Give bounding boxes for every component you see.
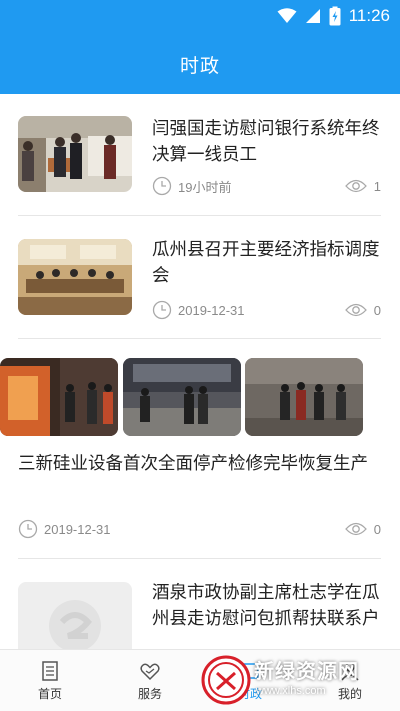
watermark-logo-icon (201, 655, 251, 705)
status-bar: 11:26 (0, 0, 400, 34)
view-count: 0 (344, 521, 381, 537)
news-thumbnail (18, 582, 132, 649)
view-count-value: 1 (373, 178, 381, 194)
signal-icon (305, 9, 320, 23)
clock-icon (18, 519, 38, 539)
view-count: 1 (344, 178, 381, 194)
handshake-icon (140, 663, 160, 681)
tab-service[interactable]: 服务 (100, 650, 200, 711)
news-title[interactable]: 酒泉市政协副主席杜志学在瓜州县走访慰问包抓帮扶联系户 (152, 580, 381, 632)
news-date: 19小时前 (178, 179, 232, 195)
tab-label: 首页 (37, 687, 62, 701)
news-feed[interactable]: 闫强国走访慰问银行系统年终决算一线员工 19小时前 1 瓜州县召开主要经济指标调… (0, 94, 400, 649)
eye-icon (344, 522, 367, 536)
clock-icon (152, 300, 172, 320)
news-icon (42, 661, 58, 681)
news-title[interactable]: 三新硅业设备首次全面停产检修完毕恢复生产 (18, 451, 381, 477)
news-title[interactable]: 瓜州县召开主要经济指标调度会 (152, 237, 381, 289)
battery-icon (329, 6, 341, 26)
view-count-value: 0 (373, 521, 381, 537)
news-meta: 2019-12-31 0 (18, 518, 381, 540)
eye-icon (344, 303, 367, 317)
news-thumbnail (18, 239, 132, 315)
page-title: 时政 (179, 54, 220, 77)
news-item[interactable]: 闫强国走访慰问银行系统年终决算一线员工 19小时前 1 (18, 116, 381, 216)
news-thumbnail (18, 116, 132, 192)
news-date: 2019-12-31 (44, 521, 111, 537)
eye-icon (344, 179, 367, 193)
news-item[interactable]: 酒泉市政协副主席杜志学在瓜州县走访慰问包抓帮扶联系户 (18, 580, 381, 649)
news-item[interactable]: 瓜州县召开主要经济指标调度会 2019-12-31 0 (18, 237, 381, 337)
clock-icon (152, 176, 172, 196)
view-count: 0 (344, 302, 381, 318)
news-meta: 19小时前 1 (152, 175, 381, 197)
divider (18, 338, 381, 339)
divider (18, 558, 381, 559)
status-icons: 11:26 (277, 6, 390, 26)
wifi-icon (277, 8, 297, 23)
news-date: 2019-12-31 (178, 302, 245, 318)
watermark-brand: 新绿资源网 (254, 659, 359, 683)
news-title[interactable]: 闫强国走访慰问银行系统年终决算一线员工 (152, 116, 381, 168)
news-meta: 2019-12-31 0 (152, 299, 381, 321)
divider (18, 215, 381, 216)
site-watermark: 新绿资源网 www.xlhs.com (198, 651, 398, 709)
news-thumbnail (245, 358, 363, 436)
clock-time: 11:26 (348, 6, 390, 25)
news-image-row[interactable] (0, 358, 363, 436)
news-thumbnail (122, 358, 241, 436)
app-bar: 时政 (0, 34, 400, 94)
watermark-url: www.xlhs.com (256, 685, 326, 697)
view-count-value: 0 (373, 302, 381, 318)
tab-home[interactable]: 首页 (0, 650, 100, 711)
news-thumbnail (0, 358, 118, 436)
tab-label: 服务 (137, 687, 162, 701)
